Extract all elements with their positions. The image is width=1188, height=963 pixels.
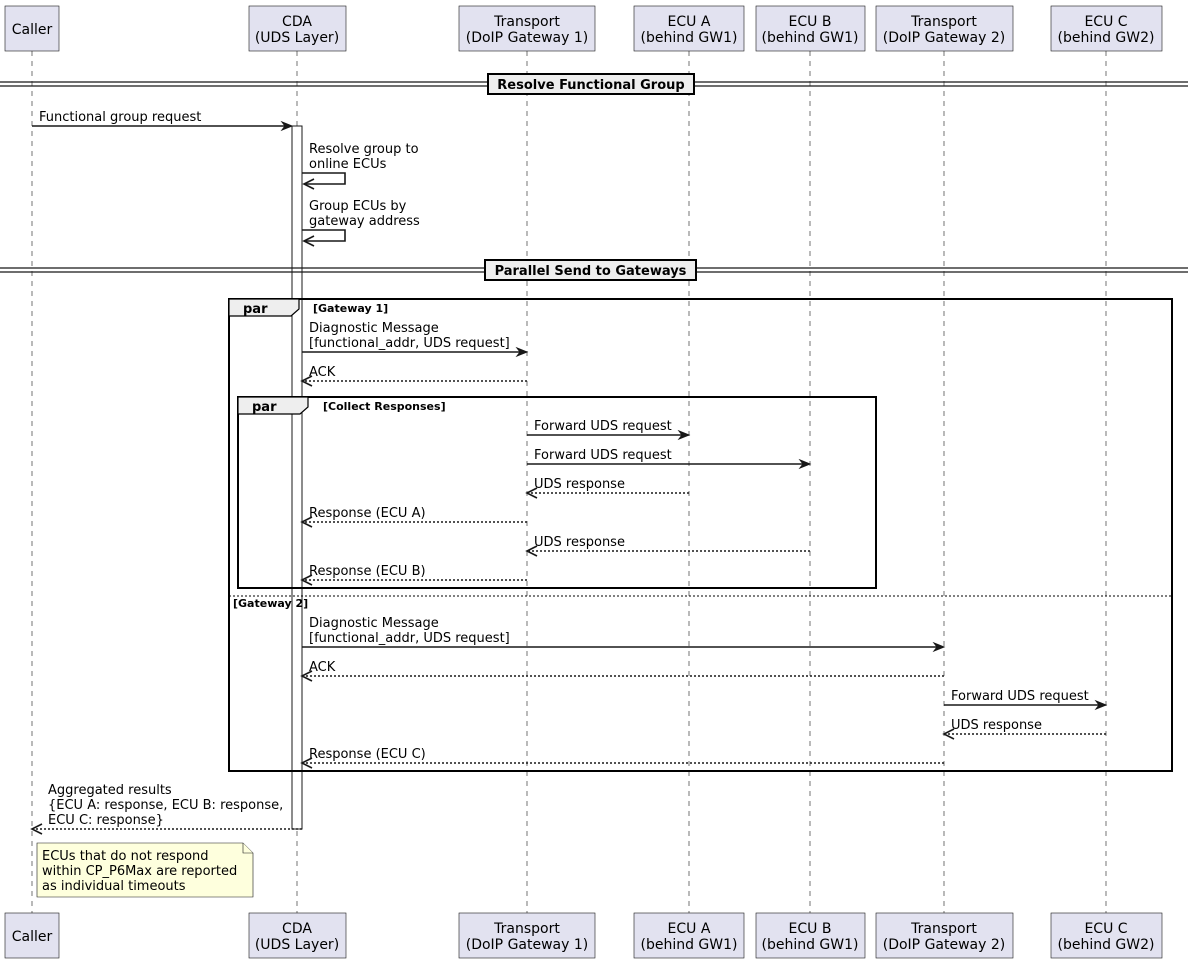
- sequence-diagram: Resolve Functional Group Parallel Send to…: [0, 5, 1188, 959]
- message-label: Forward UDS request: [534, 419, 672, 434]
- participant-label: Transport: [910, 14, 977, 30]
- participant-label: (behind GW2): [1058, 937, 1155, 953]
- activation-bar-cda: [291, 125, 303, 830]
- fragment-else-condition: [Gateway 2]: [233, 597, 308, 610]
- participant-label: (behind GW2): [1058, 30, 1155, 46]
- message-label: Response (ECU B): [309, 564, 426, 579]
- message-label: Forward UDS request: [951, 689, 1089, 704]
- fragment-keyword: par: [243, 302, 268, 317]
- message-label: Diagnostic Message: [309, 321, 439, 336]
- separator-label: Resolve Functional Group: [497, 78, 684, 93]
- participant-label: Caller: [12, 22, 53, 38]
- participant-label: ECU B: [789, 921, 832, 937]
- message-label: [functional_addr, UDS request]: [309, 336, 510, 351]
- participant-label: ECU A: [668, 14, 711, 30]
- fragment-condition: [Gateway 1]: [313, 302, 388, 315]
- participant-label: (behind GW1): [762, 937, 859, 953]
- message-label: Group ECUs by: [309, 199, 407, 214]
- message-label: {ECU A: response, ECU B: response,: [48, 798, 283, 813]
- participant-label: (DoIP Gateway 1): [466, 937, 589, 953]
- participant-label: CDA: [282, 14, 312, 30]
- participant-label: ECU B: [789, 14, 832, 30]
- note-text: as individual timeouts: [42, 879, 186, 894]
- participant-label: CDA: [282, 921, 312, 937]
- participant-label: (DoIP Gateway 2): [883, 937, 1006, 953]
- participant-label: Transport: [493, 14, 560, 30]
- participant-label: ECU C: [1084, 14, 1127, 30]
- message-label: UDS response: [534, 535, 625, 550]
- participant-label: Caller: [12, 929, 53, 945]
- participant-label: (DoIP Gateway 2): [883, 30, 1006, 46]
- participant-label: (UDS Layer): [255, 937, 339, 953]
- message-label: Aggregated results: [48, 783, 172, 798]
- note-text: ECUs that do not respond: [42, 849, 209, 864]
- message-label: UDS response: [951, 718, 1042, 733]
- message-label: Response (ECU A): [309, 506, 426, 521]
- separator-label: Parallel Send to Gateways: [495, 264, 687, 279]
- participant-label: ECU C: [1084, 921, 1127, 937]
- participant-label: (behind GW1): [641, 937, 738, 953]
- message-label: Forward UDS request: [534, 448, 672, 463]
- message-label: [functional_addr, UDS request]: [309, 631, 510, 646]
- note-text: within CP_P6Max are reported: [42, 864, 237, 879]
- fragment-keyword: par: [252, 400, 277, 415]
- message-label: ACK: [309, 365, 336, 380]
- participant-label: (DoIP Gateway 1): [466, 30, 589, 46]
- message-label: Resolve group to: [309, 142, 419, 157]
- message-label: Response (ECU C): [309, 747, 426, 762]
- participant-label: (behind GW1): [641, 30, 738, 46]
- participant-label: Transport: [910, 921, 977, 937]
- fragment-condition: [Collect Responses]: [323, 400, 446, 413]
- message-label: ECU C: response}: [48, 813, 164, 828]
- message-label: ACK: [309, 660, 336, 675]
- message-label: Functional group request: [39, 110, 201, 125]
- message-label: gateway address: [309, 214, 420, 229]
- participant-label: Transport: [493, 921, 560, 937]
- note-fold: [242, 843, 253, 854]
- message-label: Diagnostic Message: [309, 616, 439, 631]
- message-label: UDS response: [534, 477, 625, 492]
- participant-label: ECU A: [668, 921, 711, 937]
- participant-label: (UDS Layer): [255, 30, 339, 46]
- message-label: online ECUs: [309, 157, 387, 172]
- participant-label: (behind GW1): [762, 30, 859, 46]
